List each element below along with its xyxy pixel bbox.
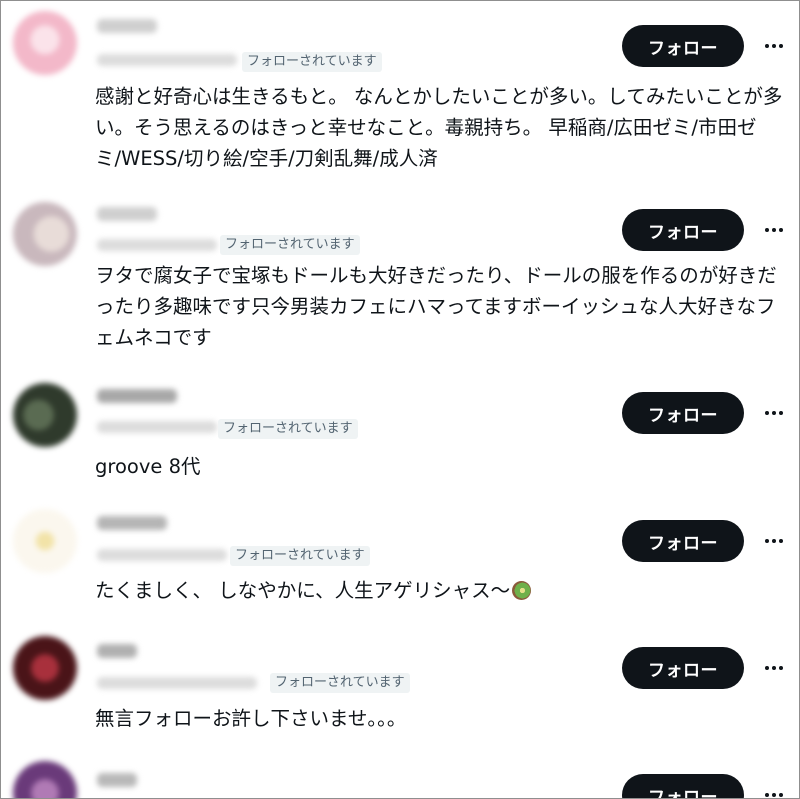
kiwi-icon	[512, 581, 532, 600]
user-bio: ヲタで腐女子で宝塚もドールも大好きだったり、ドールの服を作るのが好きだったり多趣…	[95, 264, 777, 349]
user-handle[interactable]	[97, 549, 227, 561]
follows-you-badge: フォローされています	[270, 673, 410, 693]
follow-button[interactable]: フォロー	[622, 25, 744, 67]
user-bio: 無言フォローお許し下さいませ。。。	[95, 707, 407, 730]
user-name[interactable]	[97, 644, 137, 658]
avatar[interactable]	[13, 636, 77, 700]
follows-you-badge: フォローされています	[230, 546, 370, 566]
follow-button[interactable]: フォロー	[622, 392, 744, 434]
more-dots-icon[interactable]	[759, 658, 789, 678]
user-bio: 感謝と好奇心は生きるもと。 なんとかしたいことが多い。してみたいことが多い。そう…	[95, 85, 783, 170]
more-dots-icon[interactable]	[759, 36, 789, 56]
user-handle[interactable]	[97, 421, 217, 433]
user-handle[interactable]	[97, 239, 217, 251]
avatar[interactable]	[13, 509, 77, 573]
follow-button[interactable]: フォロー	[622, 520, 744, 562]
user-name[interactable]	[97, 207, 157, 221]
user-cell[interactable]: フォロー	[1, 751, 799, 798]
avatar[interactable]	[13, 383, 77, 447]
bio-text: たくましく、 しなやかに、人生アゲリシャス〜	[95, 579, 511, 602]
follow-button[interactable]: フォロー	[622, 774, 744, 798]
user-cell[interactable]: フォローされています フォロー groove 8代	[1, 366, 799, 491]
follows-you-badge: フォローされています	[242, 52, 382, 72]
avatar[interactable]	[13, 202, 77, 266]
follower-list: フォローされています フォロー 感謝と好奇心は生きるもと。 なんとかしたいことが…	[0, 0, 800, 799]
user-handle[interactable]	[97, 677, 257, 689]
user-cell[interactable]: フォローされています フォロー 無言フォローお許し下さいませ。。。	[1, 621, 799, 751]
user-cell[interactable]: フォローされています フォロー たくましく、 しなやかに、人生アゲリシャス〜	[1, 491, 799, 621]
user-name[interactable]	[97, 773, 137, 787]
avatar[interactable]	[13, 761, 77, 798]
user-bio: groove 8代	[95, 455, 201, 478]
more-dots-icon[interactable]	[759, 220, 789, 240]
more-dots-icon[interactable]	[759, 403, 789, 423]
more-dots-icon[interactable]	[759, 785, 789, 798]
follows-you-badge: フォローされています	[218, 419, 358, 439]
user-cell[interactable]: フォローされています フォロー ヲタで腐女子で宝塚もドールも大好きだったり、ドー…	[1, 186, 799, 366]
follow-button[interactable]: フォロー	[622, 209, 744, 251]
user-name[interactable]	[97, 516, 167, 530]
follows-you-badge: フォローされています	[220, 235, 360, 255]
follow-button[interactable]: フォロー	[622, 647, 744, 689]
user-name[interactable]	[97, 19, 157, 33]
user-handle[interactable]	[97, 54, 237, 66]
user-name[interactable]	[97, 389, 177, 403]
user-bio: たくましく、 しなやかに、人生アゲリシャス〜	[95, 575, 785, 606]
avatar[interactable]	[13, 11, 77, 75]
user-cell[interactable]: フォローされています フォロー 感謝と好奇心は生きるもと。 なんとかしたいことが…	[1, 1, 799, 186]
more-dots-icon[interactable]	[759, 531, 789, 551]
